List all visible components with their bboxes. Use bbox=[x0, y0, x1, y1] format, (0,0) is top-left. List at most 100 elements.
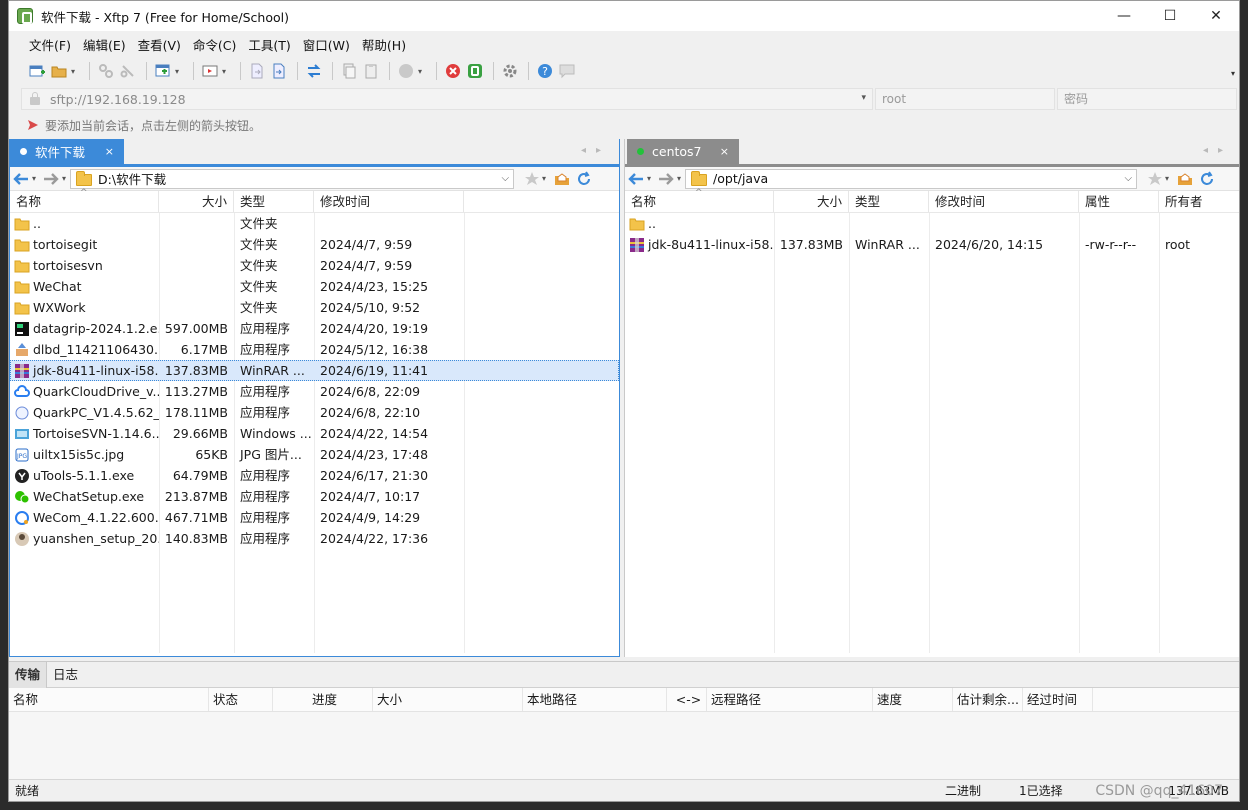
tab-transfer[interactable]: 传输 bbox=[9, 661, 48, 688]
file-row[interactable]: WeChatSetup.exe 213.87MB 应用程序 2024/4/7, 10:… bbox=[10, 486, 619, 507]
help-button[interactable]: ? bbox=[535, 61, 555, 81]
bookmark-dropdown-icon[interactable]: ▾ bbox=[542, 174, 546, 183]
column-size[interactable]: 大小 bbox=[373, 688, 523, 711]
tab-scroll-arrows-icon[interactable]: ◂▸ bbox=[1203, 145, 1233, 156]
file-row[interactable]: tortoisegit 文件夹 2024/4/7, 9:59 bbox=[10, 234, 619, 255]
options-button[interactable] bbox=[500, 61, 520, 81]
forward-dropdown-icon[interactable]: ▾ bbox=[677, 174, 681, 183]
chat-button[interactable] bbox=[557, 61, 577, 81]
file-row[interactable]: WeCom_4.1.22.600... 467.71MB 应用程序 2024/4/9,… bbox=[10, 507, 619, 528]
copy-button[interactable] bbox=[339, 61, 359, 81]
column-status[interactable]: 状态 bbox=[209, 688, 273, 711]
back-dropdown-icon[interactable]: ▾ bbox=[32, 174, 36, 183]
terminal-button[interactable] bbox=[200, 61, 220, 81]
open-session-dropdown-icon[interactable]: ▾ bbox=[71, 67, 79, 76]
terminal-dropdown-icon[interactable]: ▾ bbox=[222, 67, 230, 76]
toolbar-overflow-icon[interactable]: ▾ bbox=[1231, 69, 1235, 78]
forward-button[interactable] bbox=[40, 170, 62, 188]
bookmark-button[interactable] bbox=[1145, 169, 1165, 189]
back-dropdown-icon[interactable]: ▾ bbox=[647, 174, 651, 183]
menu-file[interactable]: 文件(F) bbox=[23, 35, 77, 54]
parent-folder-button[interactable] bbox=[1175, 169, 1195, 189]
file-row[interactable]: datagrip-2024.1.2.e... 597.00MB 应用程序 2024/4… bbox=[10, 318, 619, 339]
remote-path-input[interactable]: /opt/java ⌵ bbox=[685, 168, 1138, 189]
menu-view[interactable]: 查看(V) bbox=[132, 35, 187, 54]
column-local-path[interactable]: 本地路径 bbox=[523, 688, 667, 711]
file-row[interactable]: QuarkPC_V1.4.5.62_... 178.11MB 应用程序 2024/6/… bbox=[10, 402, 619, 423]
encoding-dropdown-icon[interactable]: ▾ bbox=[418, 67, 426, 76]
file-row[interactable]: jdk-8u411-linux-i58... 137.83MB WinRAR ...… bbox=[10, 360, 619, 381]
sync-button[interactable] bbox=[304, 61, 324, 81]
tab-local-software[interactable]: 软件下载 × bbox=[10, 139, 124, 164]
column-speed[interactable]: 速度 bbox=[873, 688, 953, 711]
column-type[interactable]: 类型 bbox=[849, 191, 929, 212]
column-type[interactable]: 类型 bbox=[234, 191, 314, 212]
path-dropdown-icon[interactable]: ⌵ bbox=[1124, 173, 1132, 184]
file-row[interactable]: uTools-5.1.1.exe 64.79MB 应用程序 2024/6/17, 21… bbox=[10, 465, 619, 486]
download-button[interactable] bbox=[269, 61, 289, 81]
file-row[interactable]: tortoisesvn 文件夹 2024/4/7, 9:59 bbox=[10, 255, 619, 276]
paste-button[interactable] bbox=[361, 61, 381, 81]
column-attributes[interactable]: 属性 bbox=[1079, 191, 1159, 212]
menu-command[interactable]: 命令(C) bbox=[187, 35, 242, 54]
file-row[interactable]: WXWork 文件夹 2024/5/10, 9:52 bbox=[10, 297, 619, 318]
bookmark-dropdown-icon[interactable]: ▾ bbox=[1165, 174, 1169, 183]
column-size[interactable]: 大小 bbox=[159, 191, 234, 212]
address-dropdown-icon[interactable]: ▾ bbox=[861, 93, 866, 103]
refresh-button[interactable] bbox=[1197, 169, 1217, 189]
column-progress[interactable]: 进度 bbox=[273, 688, 373, 711]
encoding-button[interactable] bbox=[396, 61, 416, 81]
column-direction[interactable]: <-> bbox=[667, 688, 707, 711]
new-folder-button[interactable] bbox=[153, 61, 173, 81]
transfer-mode[interactable]: 二进制 bbox=[935, 782, 1009, 799]
back-button[interactable] bbox=[10, 170, 32, 188]
menu-help[interactable]: 帮助(H) bbox=[356, 35, 412, 54]
tab-log[interactable]: 日志 bbox=[47, 662, 84, 688]
file-row[interactable]: .. bbox=[625, 213, 1239, 234]
maximize-button[interactable]: ☐ bbox=[1147, 1, 1193, 31]
file-row[interactable]: JPG uiltx15is5c.jpg 65KB JPG 图片... 2024/4/23… bbox=[10, 444, 619, 465]
path-dropdown-icon[interactable]: ⌵ bbox=[501, 173, 509, 184]
tab-remote-centos7[interactable]: centos7 × bbox=[627, 139, 739, 164]
menu-edit[interactable]: 编辑(E) bbox=[77, 35, 132, 54]
bookmark-button[interactable] bbox=[522, 169, 542, 189]
new-session-button[interactable] bbox=[27, 61, 47, 81]
tab-scroll-arrows-icon[interactable]: ◂▸ bbox=[581, 145, 611, 156]
menu-tools[interactable]: 工具(T) bbox=[242, 35, 296, 54]
connect-button[interactable] bbox=[96, 61, 116, 81]
xshell-button[interactable] bbox=[443, 61, 463, 81]
xftp-button[interactable] bbox=[465, 61, 485, 81]
file-row[interactable]: WeChat 文件夹 2024/4/23, 15:25 bbox=[10, 276, 619, 297]
file-row[interactable]: .. 文件夹 bbox=[10, 213, 619, 234]
file-row[interactable]: TortoiseSVN-1.14.6.... 29.66MB Windows ...… bbox=[10, 423, 619, 444]
forward-button[interactable] bbox=[655, 170, 677, 188]
close-button[interactable]: ✕ bbox=[1193, 1, 1239, 31]
file-row[interactable]: QuarkCloudDrive_v... 113.27MB 应用程序 2024/6/8… bbox=[10, 381, 619, 402]
username-input[interactable]: root bbox=[875, 88, 1055, 110]
open-session-button[interactable] bbox=[49, 61, 69, 81]
column-modified[interactable]: 修改时间 bbox=[314, 191, 464, 212]
tab-close-icon[interactable]: × bbox=[105, 145, 114, 158]
column-elapsed[interactable]: 经过时间 bbox=[1023, 688, 1093, 711]
refresh-button[interactable] bbox=[574, 169, 594, 189]
add-session-flag-icon[interactable] bbox=[27, 119, 39, 131]
disconnect-button[interactable] bbox=[118, 61, 138, 81]
password-input[interactable]: 密码 bbox=[1057, 88, 1237, 110]
upload-button[interactable] bbox=[247, 61, 267, 81]
menu-window[interactable]: 窗口(W) bbox=[297, 35, 356, 54]
host-address-input[interactable]: sftp://192.168.19.128 ▾ bbox=[21, 88, 873, 110]
column-name[interactable]: 名称 bbox=[9, 688, 209, 711]
local-path-input[interactable]: D:\软件下载 ⌵ bbox=[70, 168, 515, 189]
file-row[interactable]: dlbd_11421106430... 6.17MB 应用程序 2024/5/12, … bbox=[10, 339, 619, 360]
column-modified[interactable]: 修改时间 bbox=[929, 191, 1079, 212]
file-row[interactable]: jdk-8u411-linux-i58... 137.83MB WinRAR ...… bbox=[625, 234, 1239, 255]
tab-close-icon[interactable]: × bbox=[720, 145, 729, 158]
parent-folder-button[interactable] bbox=[552, 169, 572, 189]
forward-dropdown-icon[interactable]: ▾ bbox=[62, 174, 66, 183]
minimize-button[interactable]: — bbox=[1101, 1, 1147, 31]
new-folder-dropdown-icon[interactable]: ▾ bbox=[175, 67, 183, 76]
file-row[interactable]: yuanshen_setup_20... 140.83MB 应用程序 2024/4/2… bbox=[10, 528, 619, 549]
column-eta[interactable]: 估计剩余... bbox=[953, 688, 1023, 711]
column-size[interactable]: 大小 bbox=[774, 191, 849, 212]
column-remote-path[interactable]: 远程路径 bbox=[707, 688, 873, 711]
